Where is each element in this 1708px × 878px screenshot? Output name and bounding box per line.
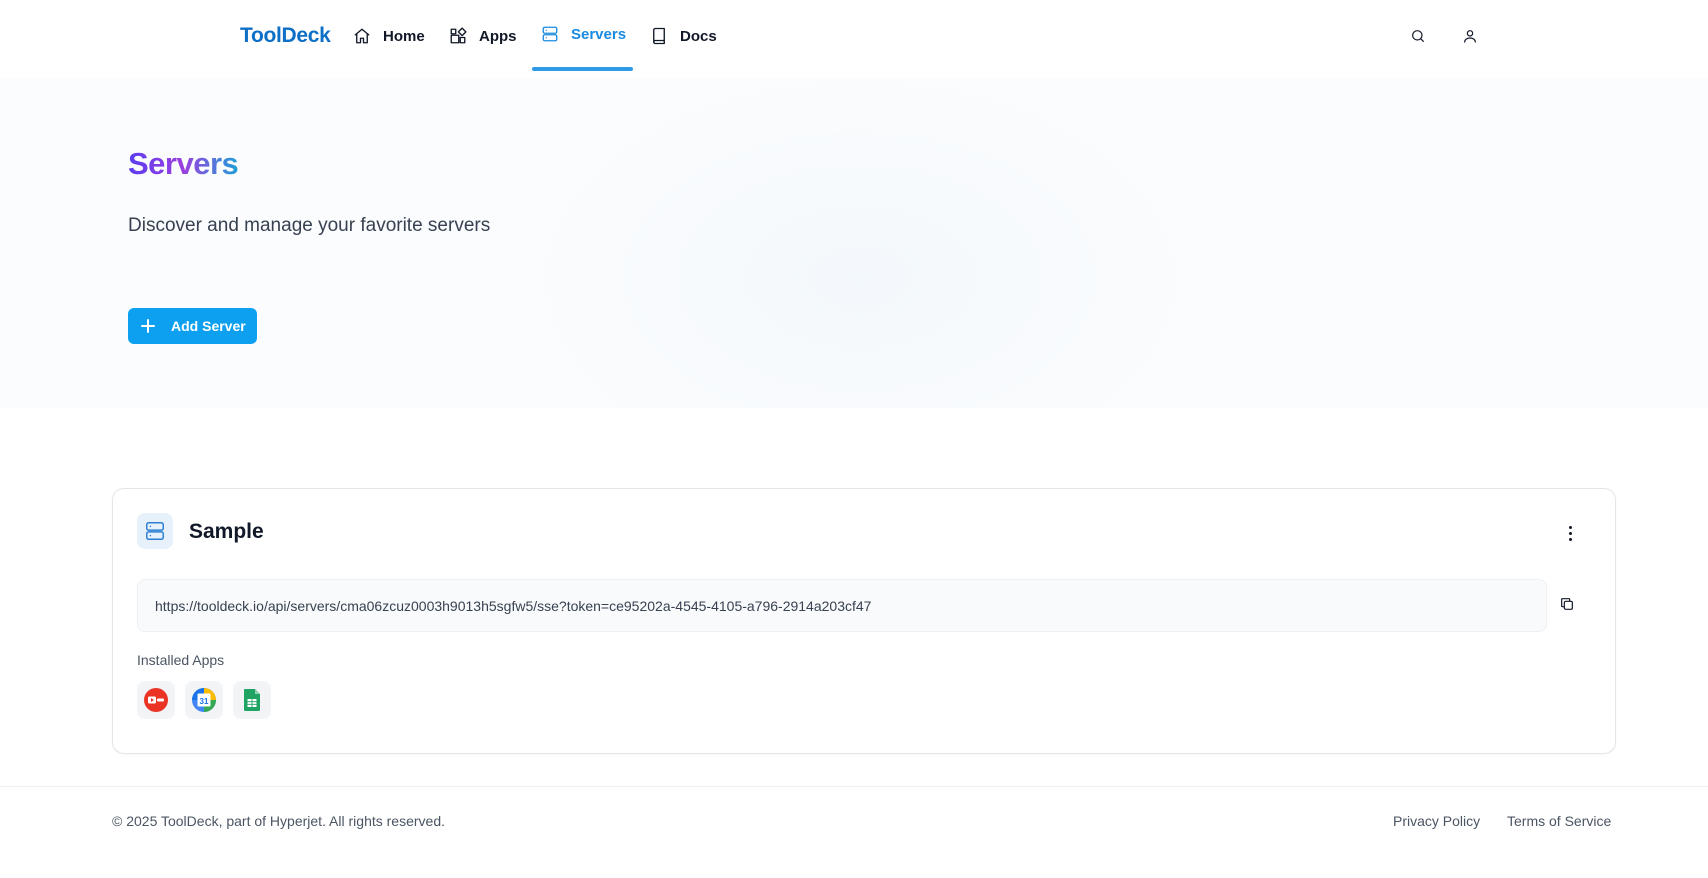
nav-item-home[interactable]: Home bbox=[353, 0, 425, 72]
server-icon bbox=[137, 513, 173, 549]
server-url-field[interactable]: https://tooldeck.io/api/servers/cma06zcu… bbox=[137, 579, 1547, 632]
kebab-icon bbox=[1568, 525, 1572, 529]
active-tab-indicator bbox=[532, 67, 633, 71]
copy-icon bbox=[1561, 598, 1573, 610]
add-server-button[interactable]: Add Server bbox=[128, 308, 257, 344]
terms-of-service-link[interactable]: Terms of Service bbox=[1507, 813, 1611, 829]
server-card[interactable]: Sample https://tooldeck.io/api/servers/c… bbox=[112, 488, 1616, 754]
book-icon bbox=[653, 27, 665, 45]
nav-item-label: Servers bbox=[571, 25, 627, 43]
add-server-label: Add Server bbox=[171, 318, 246, 334]
search-icon bbox=[1412, 30, 1424, 42]
more-options-button[interactable] bbox=[1563, 523, 1577, 543]
app-tile-google-sheets[interactable] bbox=[233, 681, 271, 719]
page-subtitle: Discover and manage your favorite server… bbox=[128, 215, 491, 236]
search-button[interactable] bbox=[1408, 26, 1428, 46]
nav-item-label: Apps bbox=[479, 27, 517, 45]
app-tile-youtube[interactable] bbox=[137, 681, 175, 719]
brand-logo[interactable]: ToolDeck bbox=[240, 24, 331, 48]
account-button[interactable] bbox=[1460, 26, 1480, 46]
nav-item-apps[interactable]: Apps bbox=[449, 0, 517, 72]
nav-item-docs[interactable]: Docs bbox=[650, 0, 717, 72]
plus-icon bbox=[141, 319, 155, 333]
nav-item-label: Docs bbox=[680, 27, 717, 45]
footer-divider bbox=[0, 786, 1708, 787]
copy-url-button[interactable] bbox=[1559, 596, 1577, 614]
youtube-icon bbox=[144, 688, 168, 712]
hero-section: Servers Discover and manage your favorit… bbox=[0, 78, 1708, 408]
top-nav: ToolDeck Home Apps Servers Docs bbox=[0, 0, 1708, 78]
app-tile-google-calendar[interactable]: 31 bbox=[185, 681, 223, 719]
google-sheets-icon bbox=[244, 689, 260, 711]
apps-icon bbox=[450, 27, 467, 44]
svg-text:31: 31 bbox=[200, 697, 209, 706]
server-name: Sample bbox=[189, 520, 264, 543]
user-icon bbox=[1464, 30, 1476, 43]
google-calendar-icon: 31 bbox=[192, 688, 216, 712]
nav-item-servers[interactable]: Servers bbox=[541, 0, 626, 70]
server-icon bbox=[542, 26, 558, 42]
nav-item-label: Home bbox=[383, 27, 425, 45]
installed-apps-label: Installed Apps bbox=[137, 652, 225, 668]
footer-copyright: © 2025 ToolDeck, part of Hyperjet. All r… bbox=[112, 813, 445, 829]
page-title: Servers bbox=[128, 146, 239, 181]
home-icon bbox=[354, 28, 370, 44]
privacy-policy-link[interactable]: Privacy Policy bbox=[1393, 813, 1480, 829]
